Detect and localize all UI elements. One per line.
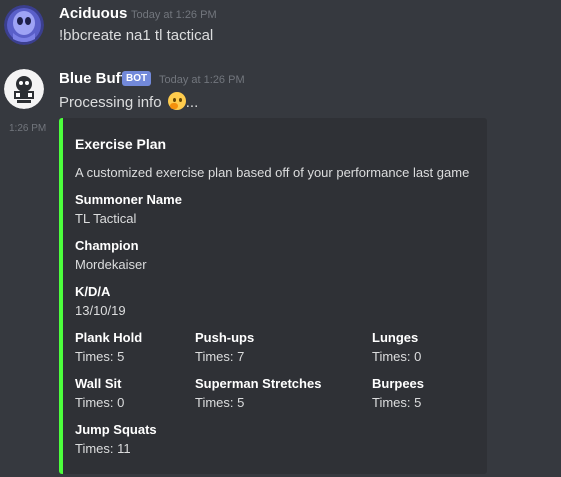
field-value-plank-hold: Times: 5 xyxy=(75,349,125,364)
ghost-avatar-icon xyxy=(4,5,44,45)
field-value-push-ups: Times: 7 xyxy=(195,349,245,364)
field-value-lunges: Times: 0 xyxy=(372,349,422,364)
side-timestamp: 1:26 PM xyxy=(9,123,47,134)
field-value-summoner: TL Tactical xyxy=(75,211,137,226)
message-blue-buff: Blue Buff BOT Today at 1:26 PM Processin… xyxy=(0,62,561,118)
thinking-face-icon xyxy=(167,92,186,110)
embed-title: Exercise Plan xyxy=(75,136,167,152)
field-name-wall-sit: Wall Sit xyxy=(75,376,122,391)
message-aciduous: Aciduous Today at 1:26 PM !bbcreate na1 … xyxy=(0,0,561,60)
field-value-champion: Mordekaiser xyxy=(75,257,147,272)
bot-avatar-icon xyxy=(4,69,44,109)
chat-view: Aciduous Today at 1:26 PM !bbcreate na1 … xyxy=(0,0,561,477)
embed-description: A customized exercise plan based off of … xyxy=(75,165,470,180)
field-name-summoner: Summoner Name xyxy=(75,192,182,207)
message-text: Processing info ... xyxy=(59,92,198,111)
embed-card: Exercise Plan A customized exercise plan… xyxy=(59,118,487,474)
author-name[interactable]: Aciduous xyxy=(59,5,127,22)
field-value-wall-sit: Times: 0 xyxy=(75,395,125,410)
field-name-burpees: Burpees xyxy=(372,376,425,391)
field-name-jump-squats: Jump Squats xyxy=(75,422,157,437)
field-value-kda: 13/10/19 xyxy=(75,303,126,318)
field-name-kda: K/D/A xyxy=(75,284,111,299)
bot-avatar[interactable] xyxy=(4,69,44,109)
field-value-jump-squats: Times: 11 xyxy=(75,441,131,456)
field-value-superman-stretches: Times: 5 xyxy=(195,395,245,410)
message-text: !bbcreate na1 tl tactical xyxy=(59,27,214,44)
field-name-champion: Champion xyxy=(75,238,139,253)
field-name-push-ups: Push-ups xyxy=(195,330,255,345)
message-timestamp: Today at 1:26 PM xyxy=(159,74,245,86)
field-name-lunges: Lunges xyxy=(372,330,419,345)
user-avatar[interactable] xyxy=(4,5,44,45)
message-text-suffix: ... xyxy=(185,94,199,111)
embed-accent-bar xyxy=(59,118,63,474)
message-text-main: Processing info xyxy=(59,94,162,111)
message-timestamp: Today at 1:26 PM xyxy=(131,9,217,21)
bot-badge: BOT xyxy=(122,71,152,86)
field-value-burpees: Times: 5 xyxy=(372,395,422,410)
author-name[interactable]: Blue Buff xyxy=(59,70,126,87)
field-name-superman-stretches: Superman Stretches xyxy=(195,376,322,391)
field-name-plank-hold: Plank Hold xyxy=(75,330,143,345)
